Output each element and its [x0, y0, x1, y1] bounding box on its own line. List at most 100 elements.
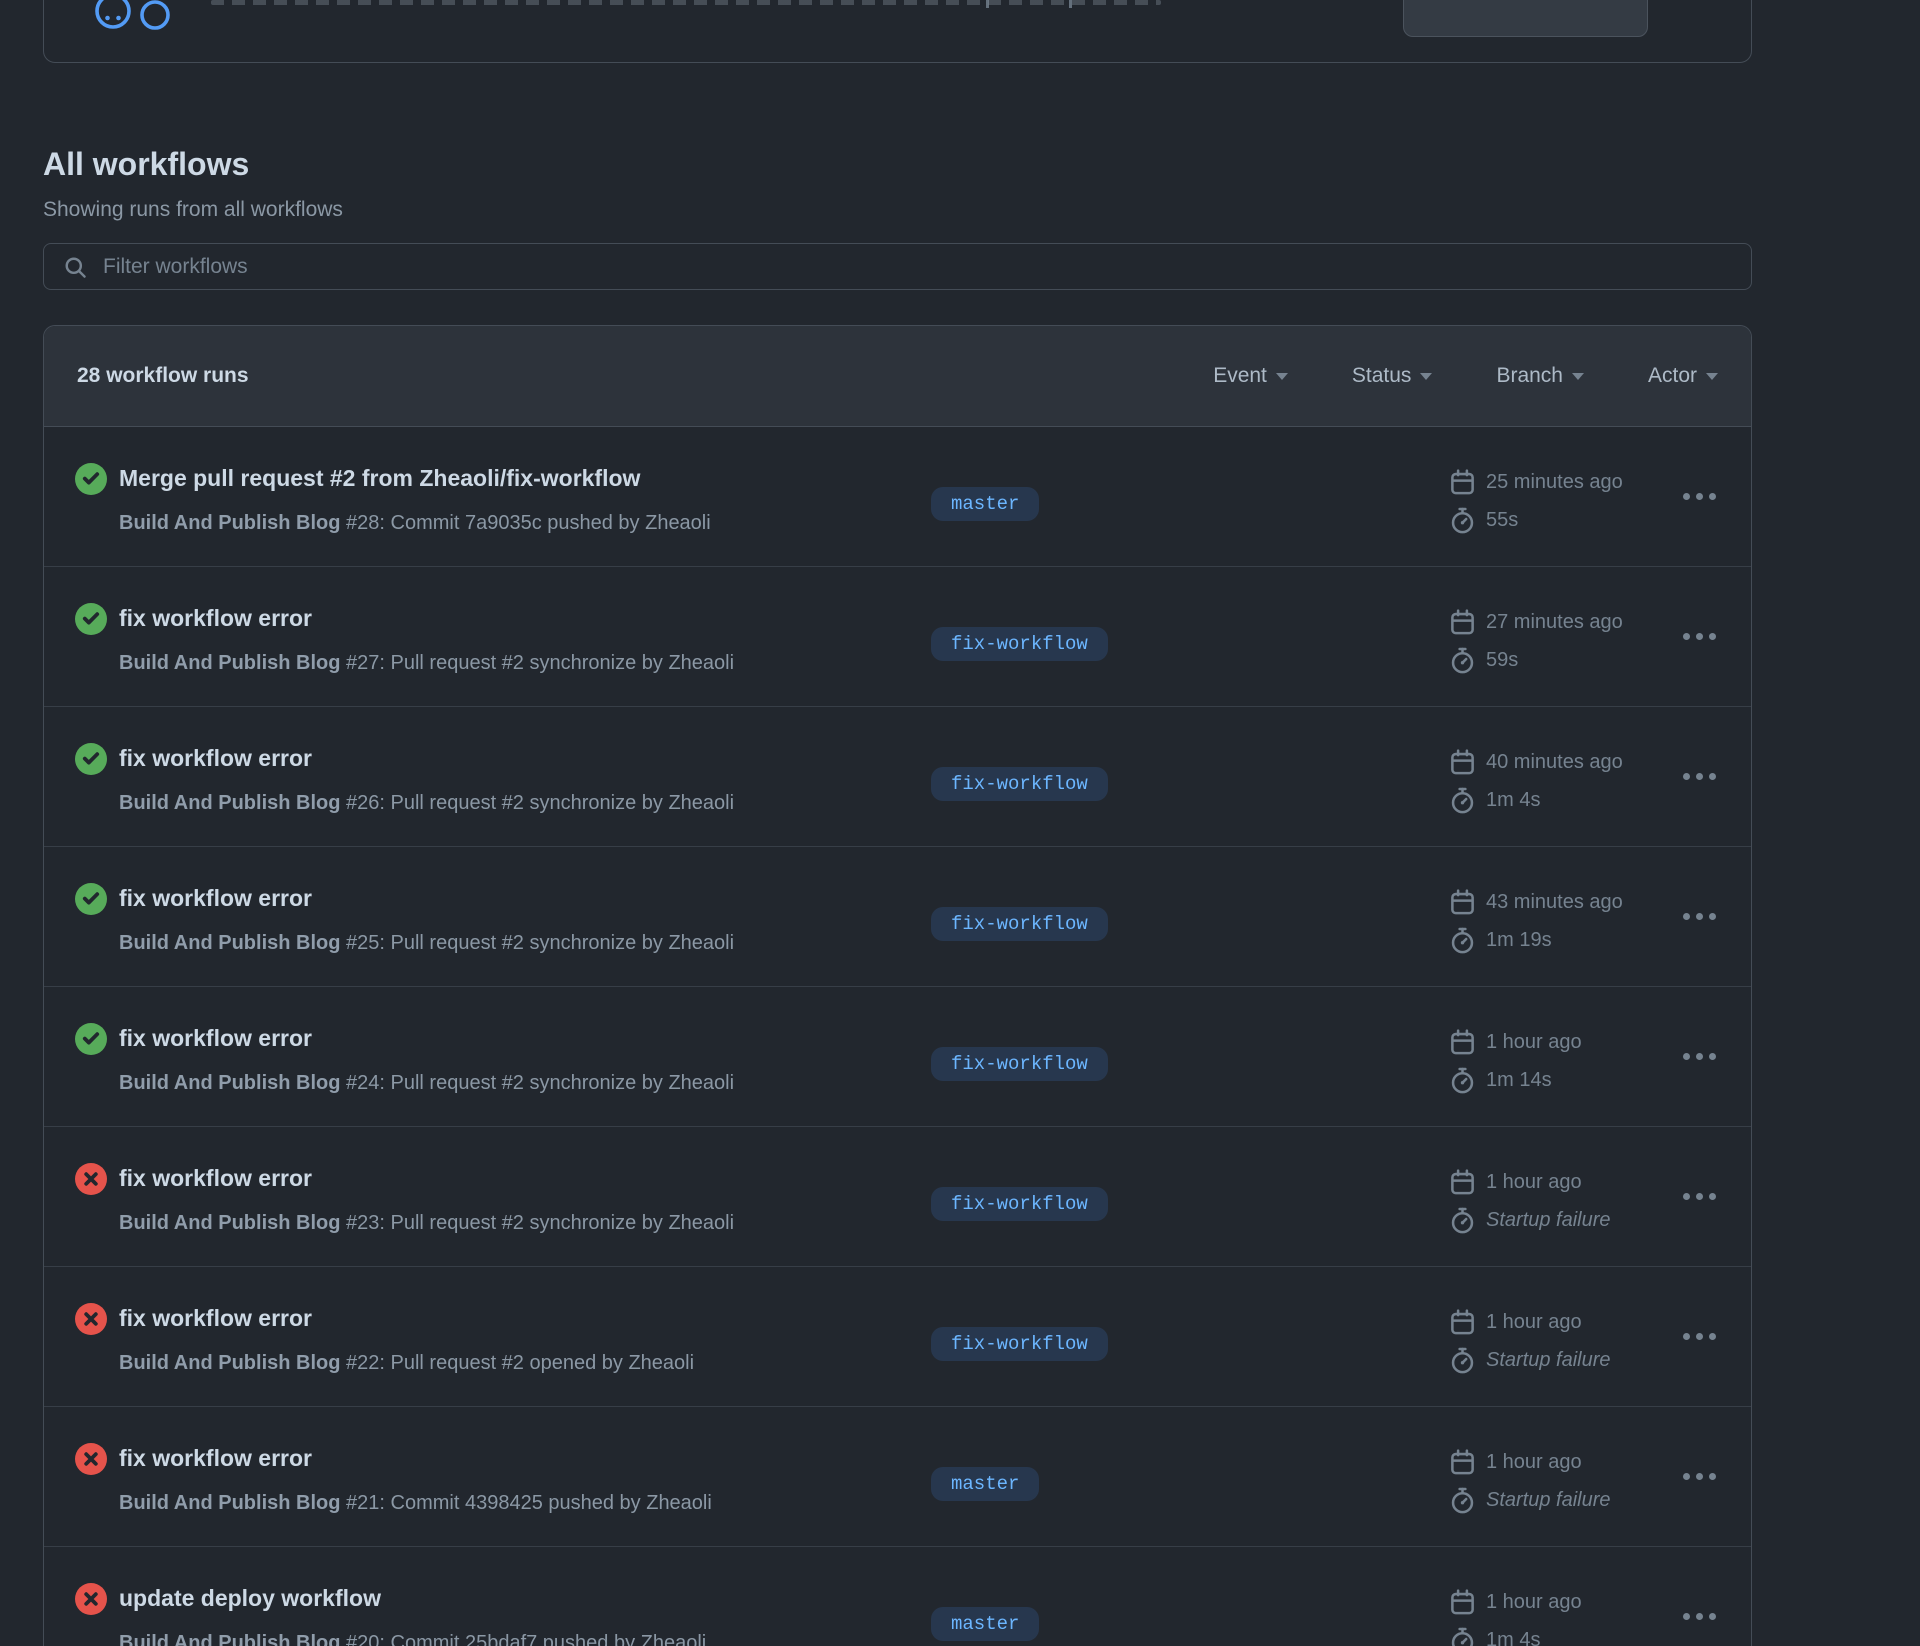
workflow-run-row: fix workflow error Build And Publish Blo… — [44, 566, 1751, 706]
workflow-name: Build And Publish Blog — [119, 792, 340, 814]
failure-x-icon — [75, 1583, 107, 1615]
kebab-menu-button[interactable] — [1674, 1603, 1724, 1629]
run-duration: 1m 4s — [1449, 1627, 1540, 1646]
kebab-menu-button[interactable] — [1674, 903, 1724, 929]
workflow-run-row: fix workflow error Build And Publish Blo… — [44, 1266, 1751, 1406]
calendar-icon — [1449, 889, 1476, 916]
banner-action-button[interactable] — [1403, 0, 1648, 37]
run-duration: 1m 14s — [1449, 1067, 1552, 1094]
run-duration-text: Startup failure — [1486, 1209, 1611, 1232]
status-success-icon — [75, 883, 107, 915]
run-duration-text: 59s — [1486, 649, 1518, 672]
branch-badge[interactable]: master — [931, 487, 1039, 521]
calendar-icon — [1449, 1029, 1476, 1056]
status-success-icon — [75, 1023, 107, 1055]
workflow-name: Build And Publish Blog — [119, 1492, 340, 1514]
run-title-link[interactable]: fix workflow error — [119, 1443, 312, 1473]
calendar-icon — [1449, 1309, 1476, 1336]
status-success-icon — [75, 463, 107, 495]
run-time: 1 hour ago — [1449, 1589, 1582, 1616]
run-duration-text: 1m 4s — [1486, 789, 1540, 812]
kebab-menu-button[interactable] — [1674, 1183, 1724, 1209]
run-time: 40 minutes ago — [1449, 749, 1623, 776]
run-title-link[interactable]: fix workflow error — [119, 1023, 312, 1053]
workflow-name: Build And Publish Blog — [119, 652, 340, 674]
branch-badge[interactable]: master — [931, 1467, 1039, 1501]
stopwatch-icon — [1449, 1627, 1476, 1646]
run-duration: Startup failure — [1449, 1487, 1611, 1514]
filter-dropdown-branch[interactable]: Branch — [1496, 364, 1584, 388]
branch-badge[interactable]: fix-workflow — [931, 627, 1108, 661]
run-description: Build And Publish Blog #27: Pull request… — [119, 651, 734, 676]
run-description: Build And Publish Blog #26: Pull request… — [119, 791, 734, 816]
filter-dropdown-status[interactable]: Status — [1352, 364, 1433, 388]
run-description: Build And Publish Blog #25: Pull request… — [119, 931, 734, 956]
runs-table-header: 28 workflow runs Event Status Branch Act… — [44, 326, 1751, 427]
run-title-link[interactable]: Merge pull request #2 from Zheaoli/fix-w… — [119, 463, 640, 493]
workflow-run-row: fix workflow error Build And Publish Blo… — [44, 1126, 1751, 1266]
run-title-link[interactable]: fix workflow error — [119, 1303, 312, 1333]
run-time-text: 27 minutes ago — [1486, 611, 1623, 634]
filter-workflows-input[interactable] — [101, 246, 1725, 288]
status-failure-icon — [75, 1443, 107, 1475]
kebab-menu-button[interactable] — [1674, 1463, 1724, 1489]
run-duration: 1m 19s — [1449, 927, 1552, 954]
run-time-text: 1 hour ago — [1486, 1451, 1582, 1474]
stopwatch-icon — [1449, 1347, 1476, 1374]
branch-badge[interactable]: fix-workflow — [931, 1187, 1108, 1221]
run-duration: 59s — [1449, 647, 1518, 674]
kebab-menu-button[interactable] — [1674, 623, 1724, 649]
status-success-icon — [75, 743, 107, 775]
run-duration-text: 1m 19s — [1486, 929, 1552, 952]
run-title-link[interactable]: fix workflow error — [119, 603, 312, 633]
run-time: 25 minutes ago — [1449, 469, 1623, 496]
run-duration-text: 1m 14s — [1486, 1069, 1552, 1092]
status-success-icon — [75, 603, 107, 635]
failure-x-icon — [75, 1163, 107, 1195]
filter-dropdown-actor[interactable]: Actor — [1648, 364, 1718, 388]
run-detail: #27: Pull request #2 synchronize by Zhea… — [340, 652, 734, 674]
calendar-icon — [1449, 609, 1476, 636]
actions-page: All workflows Showing runs from all work… — [0, 0, 1920, 1646]
branch-badge[interactable]: fix-workflow — [931, 1047, 1108, 1081]
branch-badge[interactable]: master — [931, 1607, 1039, 1641]
workflow-name: Build And Publish Blog — [119, 1632, 340, 1646]
run-duration-text: Startup failure — [1486, 1489, 1611, 1512]
stopwatch-icon — [1449, 787, 1476, 814]
workflow-run-row: Merge pull request #2 from Zheaoli/fix-w… — [44, 427, 1751, 566]
status-failure-icon — [75, 1163, 107, 1195]
kebab-menu-button[interactable] — [1674, 763, 1724, 789]
run-title-link[interactable]: fix workflow error — [119, 883, 312, 913]
truncated-banner-text — [1069, 0, 1072, 8]
success-check-icon — [75, 743, 107, 775]
page-subtitle: Showing runs from all workflows — [43, 197, 343, 222]
kebab-menu-button[interactable] — [1674, 1323, 1724, 1349]
branch-badge[interactable]: fix-workflow — [931, 1327, 1108, 1361]
chevron-down-icon — [1706, 373, 1718, 380]
run-duration: 1m 4s — [1449, 787, 1540, 814]
run-title-link[interactable]: update deploy workflow — [119, 1583, 381, 1613]
stopwatch-icon — [1449, 1487, 1476, 1514]
failure-x-icon — [75, 1303, 107, 1335]
run-time-text: 1 hour ago — [1486, 1591, 1582, 1614]
workflow-name: Build And Publish Blog — [119, 1072, 340, 1094]
run-time: 1 hour ago — [1449, 1169, 1582, 1196]
truncated-banner-text — [986, 0, 989, 8]
workflow-name: Build And Publish Blog — [119, 1212, 340, 1234]
branch-badge[interactable]: fix-workflow — [931, 907, 1108, 941]
stopwatch-icon — [1449, 507, 1476, 534]
workflow-runs-count: 28 workflow runs — [77, 364, 249, 388]
kebab-menu-button[interactable] — [1674, 1043, 1724, 1069]
filter-dropdown-event[interactable]: Event — [1213, 364, 1288, 388]
branch-badge[interactable]: fix-workflow — [931, 767, 1108, 801]
stopwatch-icon — [1449, 1067, 1476, 1094]
run-time-text: 1 hour ago — [1486, 1171, 1582, 1194]
run-detail: #28: Commit 7a9035c pushed by Zheaoli — [340, 512, 710, 534]
calendar-icon — [1449, 469, 1476, 496]
workflow-run-row: fix workflow error Build And Publish Blo… — [44, 706, 1751, 846]
run-title-link[interactable]: fix workflow error — [119, 1163, 312, 1193]
kebab-menu-button[interactable] — [1674, 483, 1724, 509]
actions-logo-icon — [89, 0, 171, 37]
run-detail: #26: Pull request #2 synchronize by Zhea… — [340, 792, 734, 814]
run-title-link[interactable]: fix workflow error — [119, 743, 312, 773]
